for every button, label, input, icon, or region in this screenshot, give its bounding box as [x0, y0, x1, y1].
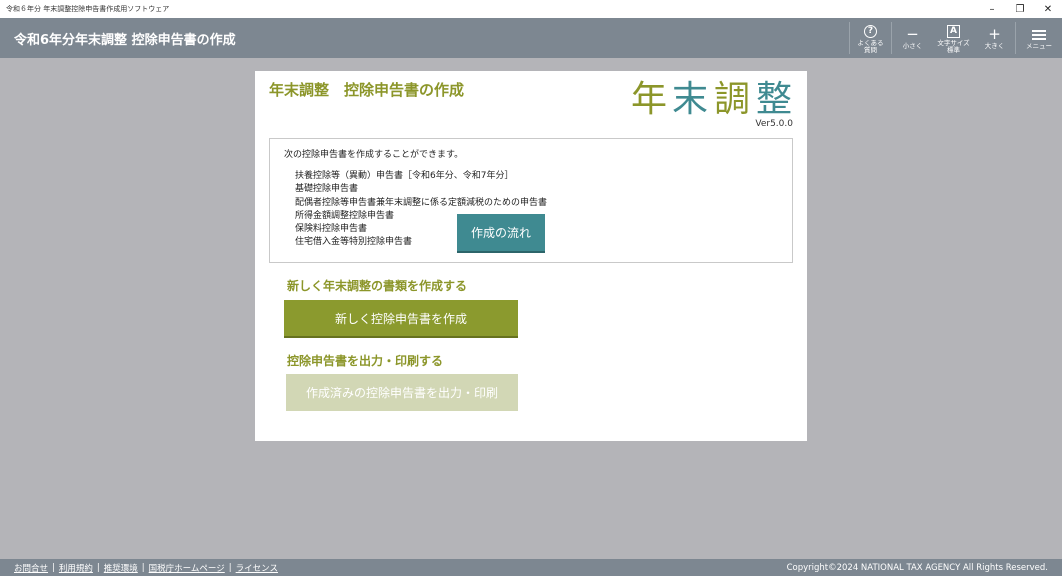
- environment-link[interactable]: 推奨環境: [104, 562, 138, 574]
- logo-char: 整: [756, 79, 792, 117]
- list-item: 配偶者控除等申告書兼年末調整に係る定額減税のための申告書: [295, 197, 548, 208]
- faq-button[interactable]: ? よくある 質問: [850, 18, 891, 58]
- question-icon: ?: [864, 24, 877, 38]
- app-header: 令和6年分年末調整 控除申告書の作成 ? よくある 質問 − 小さく A 文字サ…: [0, 18, 1062, 58]
- minimize-button[interactable]: –: [978, 0, 1006, 18]
- font-size-icon: A: [947, 24, 960, 38]
- workflow-button[interactable]: 作成の流れ: [457, 214, 545, 251]
- menu-button[interactable]: メニュー: [1016, 18, 1062, 58]
- panel-title: 年末調整 控除申告書の作成: [269, 81, 465, 99]
- text-larger-button[interactable]: + 大きく: [974, 18, 1015, 58]
- list-item: 扶養控除等（異動）申告書［令和6年分、令和7年分］: [295, 171, 514, 181]
- version-label: Ver5.0.0: [755, 119, 793, 129]
- text-larger-label: 大きく: [984, 42, 1005, 50]
- app-footer: お問合せ | 利用規約 | 推奨環境 | 国税庁ホームページ | ライセンス C…: [0, 559, 1062, 576]
- plus-icon: +: [988, 25, 1001, 43]
- window-title: 令和６年分 年末調整控除申告書作成用ソフトウェア: [6, 5, 170, 13]
- print-section-heading: 控除申告書を出力・印刷する: [287, 354, 444, 368]
- logo-char: 年: [631, 79, 667, 117]
- link-separator: |: [96, 562, 100, 573]
- copyright: Copyright©2024 NATIONAL TAX AGENCY All R…: [786, 562, 1048, 573]
- text-smaller-button[interactable]: − 小さく: [892, 18, 933, 58]
- window-controls: – ❐ ✕: [978, 0, 1062, 18]
- hamburger-icon: [1032, 29, 1046, 40]
- available-forms-box: 次の控除申告書を作成することができます。 扶養控除等（異動）申告書［令和6年分、…: [269, 138, 793, 263]
- nenmatsu-chousei-logo: 年 末 調 整: [631, 79, 792, 117]
- available-forms-lead: 次の控除申告書を作成することができます。: [284, 150, 464, 160]
- logo-char: 調: [714, 79, 750, 117]
- footer-links: お問合せ | 利用規約 | 推奨環境 | 国税庁ホームページ | ライセンス: [14, 562, 278, 574]
- window-titlebar: 令和６年分 年末調整控除申告書作成用ソフトウェア – ❐ ✕: [0, 0, 1062, 18]
- main-panel: 年末調整 控除申告書の作成 年 末 調 整 Ver5.0.0 次の控除申告書を作…: [255, 71, 807, 441]
- terms-link[interactable]: 利用規約: [59, 562, 93, 574]
- text-smaller-label: 小さく: [902, 42, 923, 50]
- link-separator: |: [141, 562, 145, 573]
- list-item: 基礎控除申告書: [295, 184, 359, 195]
- header-toolbar: ? よくある 質問 − 小さく A 文字サイズ 標準 + 大きく メニュー: [849, 18, 1062, 58]
- link-separator: |: [228, 562, 232, 573]
- restore-button[interactable]: ❐: [1006, 0, 1034, 18]
- nta-homepage-link[interactable]: 国税庁ホームページ: [149, 562, 225, 574]
- close-button[interactable]: ✕: [1034, 0, 1062, 18]
- contact-link[interactable]: お問合せ: [14, 562, 48, 574]
- app-title: 令和6年分年末調整 控除申告書の作成: [14, 32, 236, 48]
- license-link[interactable]: ライセンス: [236, 562, 278, 574]
- menu-label: メニュー: [1026, 42, 1052, 50]
- minus-icon: −: [906, 25, 919, 43]
- link-separator: |: [52, 562, 55, 573]
- faq-label-2: 質問: [864, 45, 877, 54]
- new-section-heading: 新しく年末調整の書類を作成する: [287, 279, 468, 293]
- print-existing-button: 作成済みの控除申告書を出力・印刷: [286, 374, 518, 411]
- logo-char: 末: [672, 79, 708, 117]
- text-size-standard-button[interactable]: A 文字サイズ 標準: [933, 18, 974, 58]
- font-size-label-2: 標準: [947, 45, 960, 54]
- create-new-button[interactable]: 新しく控除申告書を作成: [284, 300, 518, 336]
